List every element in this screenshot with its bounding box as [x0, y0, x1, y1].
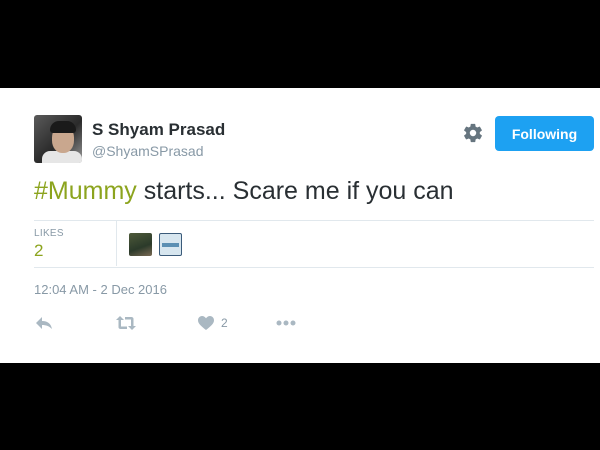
likes-label: LIKES: [34, 228, 64, 239]
like-action[interactable]: 2: [197, 314, 228, 332]
avatar-hair: [50, 121, 76, 133]
reply-icon-svg: [36, 317, 52, 329]
retweet-icon[interactable]: [116, 314, 136, 332]
tweet-timestamp[interactable]: 12:04 AM - 2 Dec 2016: [34, 282, 167, 297]
like-action-count: 2: [221, 316, 228, 330]
gear-icon[interactable]: [462, 122, 484, 144]
tweet-card: S Shyam Prasad @ShyamSPrasad Following #…: [0, 88, 600, 363]
heart-icon: [198, 316, 214, 330]
stats-separator: [116, 220, 117, 266]
reply-icon[interactable]: [35, 314, 53, 332]
author-handle[interactable]: @ShyamSPrasad: [92, 143, 203, 159]
more-dots-icon-svg: [276, 320, 296, 326]
liker-avatar[interactable]: [159, 233, 182, 256]
stats-bottom-divider: [34, 267, 594, 268]
following-button[interactable]: Following: [495, 116, 594, 151]
author-name[interactable]: S Shyam Prasad: [92, 120, 225, 140]
tweet-body-text: starts... Scare me if you can: [136, 177, 454, 205]
more-dots-icon[interactable]: [276, 314, 296, 332]
tweet-text: #Mummy starts... Scare me if you can: [34, 177, 454, 206]
stats-top-divider: [34, 220, 594, 221]
liker-avatar-graphic: [162, 243, 179, 247]
liker-avatar[interactable]: [129, 233, 152, 256]
gear-icon-svg: [464, 123, 482, 143]
author-avatar[interactable]: [34, 115, 82, 163]
hashtag-link[interactable]: #Mummy: [34, 177, 137, 205]
likes-count[interactable]: 2: [34, 241, 43, 261]
retweet-icon-svg: [116, 316, 136, 330]
